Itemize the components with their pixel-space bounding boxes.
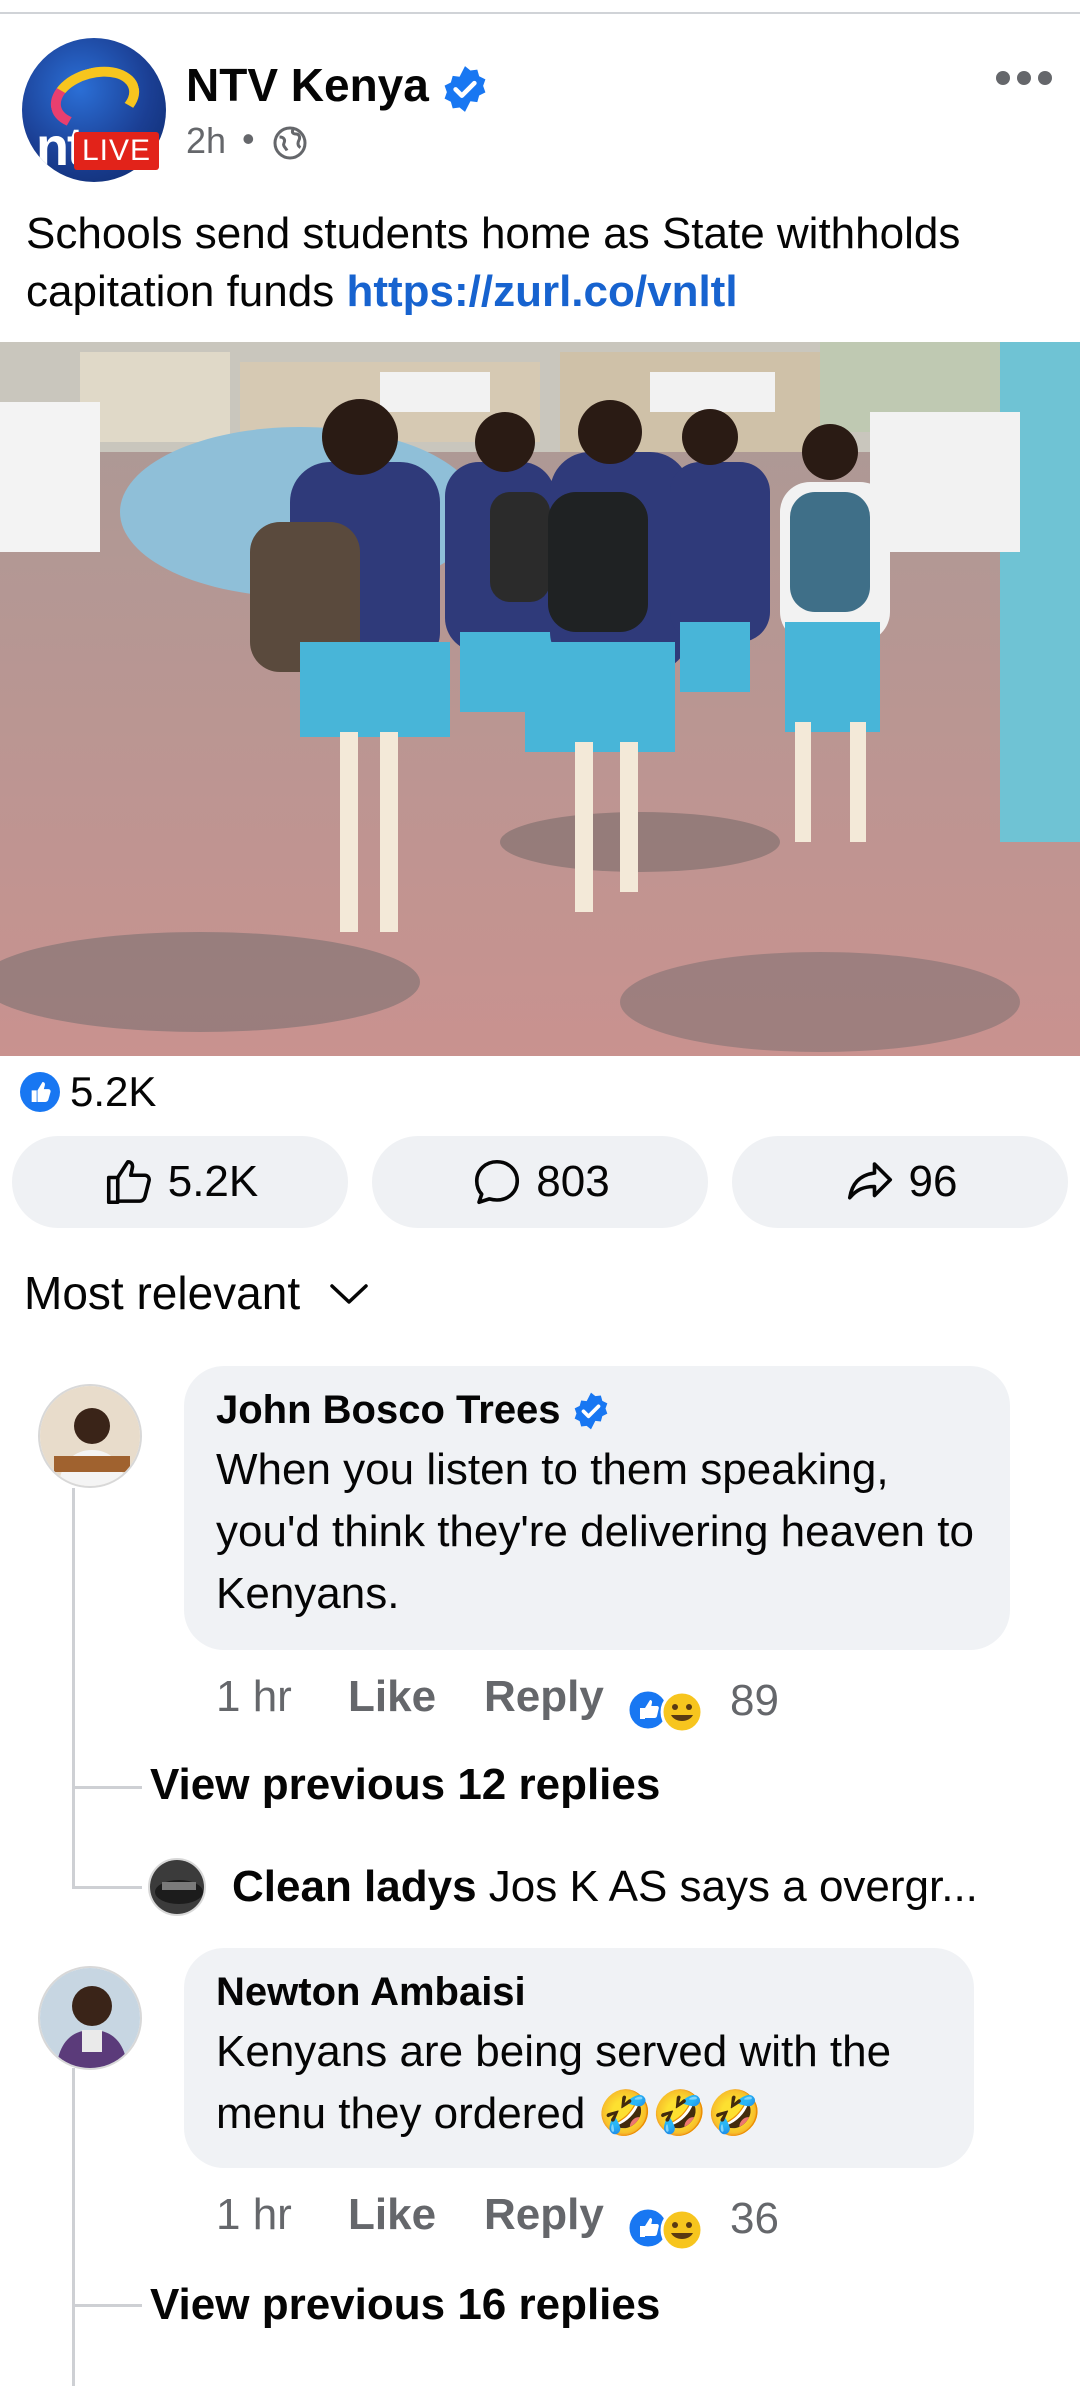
person-photo-icon xyxy=(40,1386,140,1486)
person-photo-icon xyxy=(40,1968,140,2068)
comment-author[interactable]: Newton Ambaisi xyxy=(216,1970,942,2015)
reply-avatar[interactable] xyxy=(148,1858,206,1916)
comment-bubble[interactable]: Newton Ambaisi Kenyans are being served … xyxy=(184,1948,974,2168)
post-time[interactable]: 2h xyxy=(186,120,226,162)
comment-author[interactable]: John Bosco Trees xyxy=(216,1388,978,1433)
live-badge: LIVE xyxy=(74,132,160,170)
comment-time[interactable]: 1 hr xyxy=(216,2190,292,2240)
comment-count: 803 xyxy=(536,1157,610,1206)
page-avatar[interactable]: ntv LIVE xyxy=(22,38,166,182)
caption-link[interactable]: https://zurl.co/vnltl xyxy=(346,267,737,316)
comment-reaction-count[interactable]: 36 xyxy=(730,2194,779,2244)
like-count: 5.2K xyxy=(167,1157,259,1206)
thread-branch xyxy=(72,1786,142,1789)
comment-text: When you listen to them speaking, you'd … xyxy=(216,1445,974,1618)
verified-badge-icon xyxy=(574,1392,607,1429)
comment-bubble[interactable]: John Bosco Trees When you listen to them… xyxy=(184,1366,1010,1650)
comment-bubble-icon xyxy=(475,1159,520,1205)
thread-branch xyxy=(72,2304,142,2307)
reply-text: Jos K AS says a overgr... xyxy=(488,1862,978,1911)
car-photo-icon xyxy=(150,1860,204,1914)
like-reaction-icon[interactable] xyxy=(20,1072,60,1112)
comment-reply-button[interactable]: Reply xyxy=(484,2190,604,2240)
share-button[interactable]: 96 xyxy=(732,1136,1068,1228)
comment-like-button[interactable]: Like xyxy=(348,2190,436,2240)
page-name[interactable]: NTV Kenya xyxy=(186,58,429,112)
thumbs-up-icon xyxy=(106,1159,151,1205)
thread-line xyxy=(72,2068,75,2386)
view-previous-replies[interactable]: View previous 16 replies xyxy=(150,2280,660,2330)
thread-branch xyxy=(72,1886,142,1889)
thread-line xyxy=(72,1488,75,1888)
comment-like-button[interactable]: Like xyxy=(348,1672,436,1722)
commenter-avatar[interactable] xyxy=(38,1966,142,2070)
comment-author-name[interactable]: Newton Ambaisi xyxy=(216,1970,526,2015)
comment-sort-label[interactable]: Most relevant xyxy=(24,1266,300,1320)
latest-reply[interactable]: Clean ladys Jos K AS says a overgr... xyxy=(232,1862,978,1912)
post-photo[interactable] xyxy=(0,342,1080,1056)
comment-button[interactable]: 803 xyxy=(372,1136,708,1228)
chevron-down-icon[interactable] xyxy=(328,1280,370,1308)
like-button[interactable]: 5.2K xyxy=(12,1136,348,1228)
more-options-icon[interactable] xyxy=(994,66,1054,90)
top-divider xyxy=(0,12,1080,14)
verified-badge-icon xyxy=(444,66,486,112)
commenter-avatar[interactable] xyxy=(38,1384,142,1488)
reaction-summary-count[interactable]: 5.2K xyxy=(70,1068,156,1116)
comment-reply-button[interactable]: Reply xyxy=(484,1672,604,1722)
reply-author[interactable]: Clean ladys xyxy=(232,1862,477,1911)
view-previous-replies[interactable]: View previous 12 replies xyxy=(150,1760,660,1810)
reaction-icons[interactable] xyxy=(626,2206,716,2250)
separator-dot: • xyxy=(242,118,255,159)
comment-time[interactable]: 1 hr xyxy=(216,1672,292,1722)
share-count: 96 xyxy=(908,1157,958,1206)
globe-icon xyxy=(273,126,307,160)
comment-reaction-count[interactable]: 89 xyxy=(730,1676,779,1726)
post-caption: Schools send students home as State with… xyxy=(26,205,1066,321)
comment-text: Kenyans are being served with the menu t… xyxy=(216,2027,892,2138)
share-arrow-icon xyxy=(847,1162,892,1200)
comment-author-name[interactable]: John Bosco Trees xyxy=(216,1388,561,1433)
reaction-icons[interactable] xyxy=(626,1688,716,1732)
